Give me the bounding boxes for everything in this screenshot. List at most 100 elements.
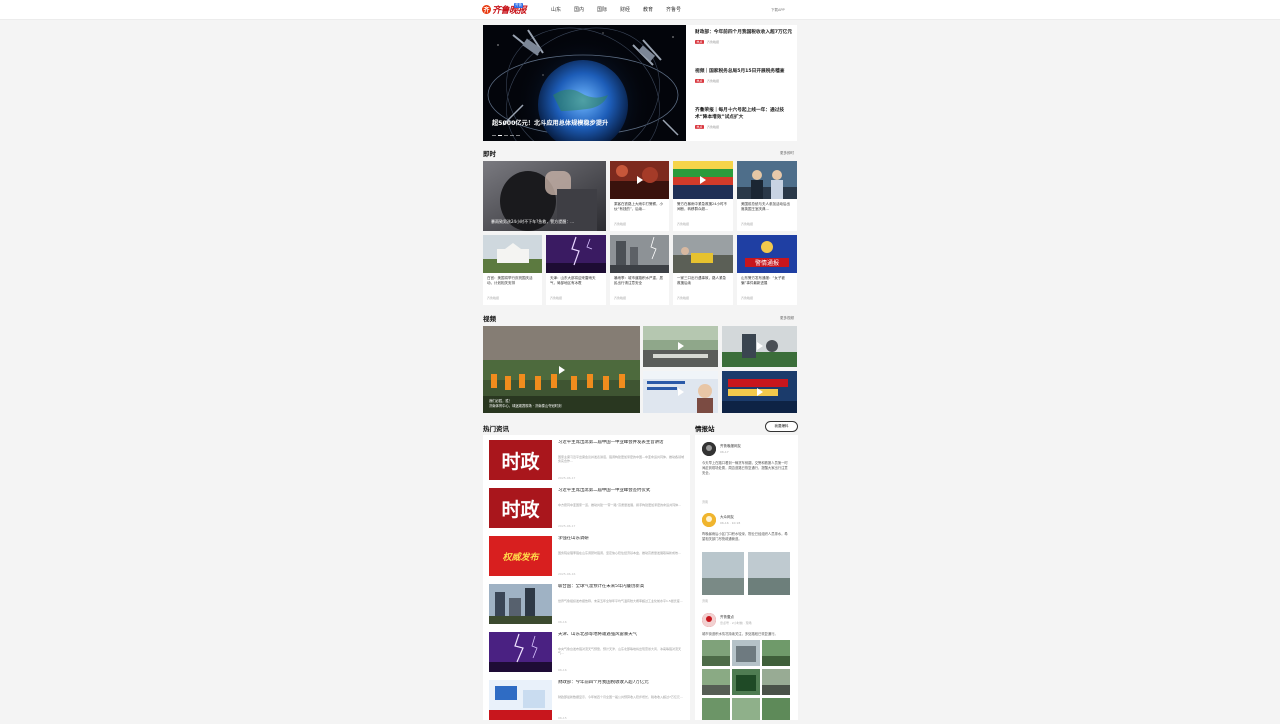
hot-news-item[interactable]: 时政 习近平主席出席第二届中国—中亚峰会并发表主旨讲话 国家主席习近平出席会议并… bbox=[489, 440, 687, 484]
side-news-title[interactable]: 财政部：今年前四个月我国税收收入超7万亿元 bbox=[695, 29, 793, 36]
play-icon[interactable] bbox=[757, 388, 763, 396]
intel-post[interactable]: 齐鲁壹点 壹点号 · 2小时前 · 现场 城市街道积水情况持续关注，多处路段已恢… bbox=[702, 613, 792, 720]
hero-carousel[interactable]: 超5000亿元！北斗应用总体规模稳步提升 bbox=[483, 25, 686, 141]
post-time: 壹点号 · 2小时前 · 现场 bbox=[720, 621, 752, 625]
post-image-grid bbox=[702, 640, 790, 720]
avatar[interactable] bbox=[702, 613, 716, 627]
video-thumb[interactable] bbox=[643, 371, 718, 413]
instant-feature-card[interactable]: 暴雨致男孩24小时不下车?急救，警方提醒：... bbox=[483, 161, 606, 231]
side-news-list: 财政部：今年前四个月我国税收收入超7万亿元 热点 齐鲁晚报 视频｜国家税务总局5月… bbox=[686, 25, 797, 141]
news-desc: 国务院总理李强在山东调研时强调，坚定信心稳住经济基本盘，推动高质量发展取得新成效… bbox=[558, 551, 681, 555]
news-desc: 中央气象台发布强对流天气预警，预计天津、山东北部等地将出现雷暴大风、冰雹等强对流… bbox=[558, 647, 682, 656]
post-text: 城市街道积水情况持续关注，多处路段已恢复通行。 bbox=[702, 632, 778, 636]
instant-card[interactable]: 美国前总统与夫人参加活动后出席英国王室庆典... 齐鲁晚报 bbox=[737, 161, 797, 231]
carousel-dot[interactable] bbox=[516, 134, 520, 136]
hot-tag: 热点 bbox=[695, 79, 704, 83]
news-desc: 国家主席习近平出席会议并发表讲话，强调构建更加紧密的中国—中亚命运共同体，推动各… bbox=[558, 455, 685, 464]
hot-news-item[interactable]: 权威发布 李强在山东调研 国务院总理李强在山东调研时强调，坚定信心稳住经济基本盘… bbox=[489, 536, 687, 580]
section-title-video: 视频 bbox=[483, 315, 496, 323]
play-icon bbox=[700, 176, 706, 184]
card-image bbox=[483, 235, 542, 273]
video-caption-line: 济南体育中心，球迷观赛现场 · 济南泰山夺冠时刻 bbox=[489, 403, 562, 408]
instant-card[interactable]: 警方在暴雨中紧急救援24小时不间断，转移群众超... 齐鲁晚报 bbox=[673, 161, 733, 231]
hot-news-item[interactable]: 财政部：今年前四个月我国税收收入超7万亿元 财政部最新数据显示，今年前四个月全国… bbox=[489, 680, 687, 724]
video-thumb[interactable] bbox=[722, 326, 797, 367]
news-desc: 中方愿同中亚国家一道，推动共建“一带一路”高质量发展，携手构建更加紧密的命运共同… bbox=[558, 503, 681, 507]
post-time: 06-17 bbox=[720, 450, 729, 454]
side-news-item[interactable]: 财政部：今年前四个月我国税收收入超7万亿元 热点 齐鲁晚报 bbox=[695, 29, 793, 44]
nav-item-international[interactable]: 国际 bbox=[597, 6, 620, 14]
hot-news-item[interactable]: 天津、山东北部等地将遭遇强风雷暴天气 中央气象台发布强对流天气预警，预计天津、山… bbox=[489, 632, 687, 676]
news-date: 2025-06-16 bbox=[558, 572, 576, 576]
instant-card[interactable]: 白宫：美国将举行庆祝国庆活动，计划相关安排 齐鲁晚报 bbox=[483, 235, 542, 305]
side-news-title[interactable]: 视频｜国家税务总局5月15日开展税务稽查 bbox=[695, 68, 793, 75]
logo-icon: 齐 bbox=[482, 5, 491, 14]
side-news-title[interactable]: 齐鲁荣报｜每月十六号起上线一年：通过技术“降本增效”试点扩大 bbox=[695, 107, 793, 121]
video-thumb[interactable] bbox=[643, 326, 718, 367]
hot-news-item[interactable]: 时政 习近平主席出席第二届中国—中亚峰会签约仪式 中方愿同中亚国家一道，推动共建… bbox=[489, 488, 687, 532]
nav-item-qiluhao[interactable]: 齐鲁号 bbox=[666, 6, 689, 14]
news-title[interactable]: 习近平主席出席第二届中国—中亚峰会签约仪式 bbox=[558, 488, 686, 500]
publish-tip-button[interactable]: 我要爆料 bbox=[765, 421, 798, 432]
side-news-item[interactable]: 齐鲁荣报｜每月十六号起上线一年：通过技术“降本增效”试点扩大 热点 齐鲁晚报 bbox=[695, 107, 793, 129]
card-source: 齐鲁晚报 bbox=[550, 296, 563, 300]
nav-item-education[interactable]: 教育 bbox=[643, 6, 666, 14]
instant-card[interactable]: 暴雨季：城市道路积水严重，居民出行请注意安全 齐鲁晚报 bbox=[610, 235, 669, 305]
play-icon[interactable] bbox=[559, 366, 565, 374]
news-title[interactable]: 习近平主席出席第二届中国—中亚峰会并发表主旨讲话 bbox=[558, 440, 686, 452]
post-author[interactable]: 大众网友 bbox=[720, 515, 734, 520]
post-author[interactable]: 齐鲁晚报网友 bbox=[720, 444, 741, 449]
carousel-dot[interactable] bbox=[504, 134, 508, 136]
card-source: 齐鲁晚报 bbox=[677, 296, 690, 300]
carousel-dot-active[interactable] bbox=[498, 134, 502, 136]
instant-card[interactable]: 警情通报 山东警方发布通报：“女子被骗”事件最新进展 齐鲁晚报 bbox=[737, 235, 797, 305]
play-icon[interactable] bbox=[678, 388, 684, 396]
card-image bbox=[546, 235, 606, 273]
more-video-link[interactable]: 更多视频 bbox=[780, 316, 794, 321]
intel-post[interactable]: 齐鲁晚报网友 06-17 今天早上在路口看到一辆货车侧翻，交警和救援人员第一时间… bbox=[702, 442, 792, 507]
news-thumbnail: 时政 bbox=[489, 488, 552, 528]
side-news-item[interactable]: 视频｜国家税务总局5月15日开展税务稽查 热点 齐鲁晚报 bbox=[695, 68, 793, 83]
nav-item-finance[interactable]: 财经 bbox=[620, 6, 643, 14]
section-title-hot: 热门资讯 bbox=[483, 425, 509, 433]
news-thumbnail: 时政 bbox=[489, 440, 552, 480]
news-source: 齐鲁晚报 bbox=[707, 125, 720, 129]
post-text: 今天早上在路口看到一辆货车侧翻，交警和救援人员第一时间赶到现场处置，周边道路已恢… bbox=[702, 461, 788, 475]
hero-caption[interactable]: 超5000亿元！北斗应用总体规模稳步提升 bbox=[492, 118, 608, 127]
card-image: 警情通报 bbox=[737, 235, 797, 273]
avatar[interactable] bbox=[702, 513, 716, 527]
post-location: 济南 bbox=[702, 599, 709, 603]
section-title-intel: 情报站 bbox=[695, 425, 715, 433]
video-thumb[interactable] bbox=[722, 371, 797, 413]
avatar-image bbox=[702, 613, 716, 627]
play-icon[interactable] bbox=[757, 342, 763, 350]
news-title[interactable]: 财政部：今年前四个月我国税收收入超7万亿元 bbox=[558, 680, 686, 692]
card-image bbox=[737, 161, 797, 199]
video-feature[interactable]: 我们必胜，胜！ 济南体育中心，球迷观赛现场 · 济南泰山夺冠时刻 bbox=[483, 326, 640, 413]
news-title[interactable]: 联合国：全球气温预计在未来5年内屡创新高 bbox=[558, 584, 686, 596]
hot-tag: 热点 bbox=[695, 40, 704, 44]
nav-item-shandong[interactable]: 山东 bbox=[551, 6, 574, 14]
instant-card[interactable]: 乘客在铁路上大雨中打警察，小伙“有钱的”，后续... 齐鲁晚报 bbox=[610, 161, 669, 231]
news-title[interactable]: 天津、山东北部等地将遭遇强风雷暴天气 bbox=[558, 632, 686, 644]
thumb-label: 权威发布 bbox=[502, 552, 539, 563]
instant-card[interactable]: 一家三口出行遇事故，路人紧急救援后续 齐鲁晚报 bbox=[673, 235, 733, 305]
news-title[interactable]: 李强在山东调研 bbox=[558, 536, 686, 548]
news-thumbnail: 权威发布 bbox=[489, 536, 552, 576]
avatar[interactable] bbox=[702, 442, 716, 456]
intel-post[interactable]: 大众网友 06-16 · 10:18 昨晚暴雨后小区门口积水较深，物业已经组织人… bbox=[702, 513, 792, 605]
nav-item-domestic[interactable]: 国内 bbox=[574, 6, 597, 14]
logo-badge: 齐鲁 bbox=[514, 3, 523, 8]
instant-card[interactable]: 天津：山东大部将迎来雷雨天气，局部地区有冰雹 齐鲁晚报 bbox=[546, 235, 606, 305]
card-source: 齐鲁晚报 bbox=[741, 222, 754, 226]
site-logo[interactable]: 齐 齐鲁晚报 齐鲁 bbox=[482, 3, 534, 16]
carousel-dot[interactable] bbox=[492, 134, 496, 136]
more-instant-link[interactable]: 更多即时 bbox=[780, 151, 794, 156]
post-author[interactable]: 齐鲁壹点 bbox=[720, 615, 734, 620]
feature-caption[interactable]: 暴雨致男孩24小时不下车?急救，警方提醒：... bbox=[491, 219, 574, 225]
play-icon[interactable] bbox=[678, 342, 684, 350]
carousel-dot[interactable] bbox=[510, 134, 514, 136]
hot-news-item[interactable]: 联合国：全球气温预计在未来5年内屡创新高 世界气象组织发布报告称，未来五年全球年… bbox=[489, 584, 687, 628]
news-thumbnail bbox=[489, 632, 552, 672]
download-app-link[interactable]: 下载APP bbox=[771, 8, 785, 13]
